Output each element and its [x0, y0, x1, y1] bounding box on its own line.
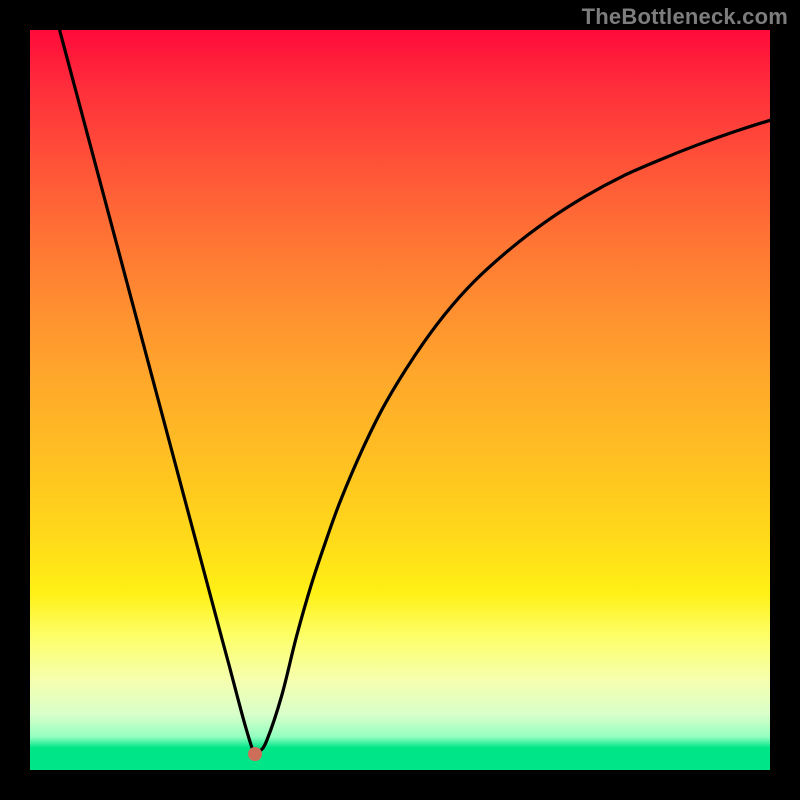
watermark: TheBottleneck.com [582, 4, 788, 30]
chart-canvas: TheBottleneck.com [0, 0, 800, 800]
curve-layer [30, 30, 770, 770]
bottleneck-curve [60, 30, 770, 754]
marker-dot [248, 747, 262, 761]
plot-area [30, 30, 770, 770]
